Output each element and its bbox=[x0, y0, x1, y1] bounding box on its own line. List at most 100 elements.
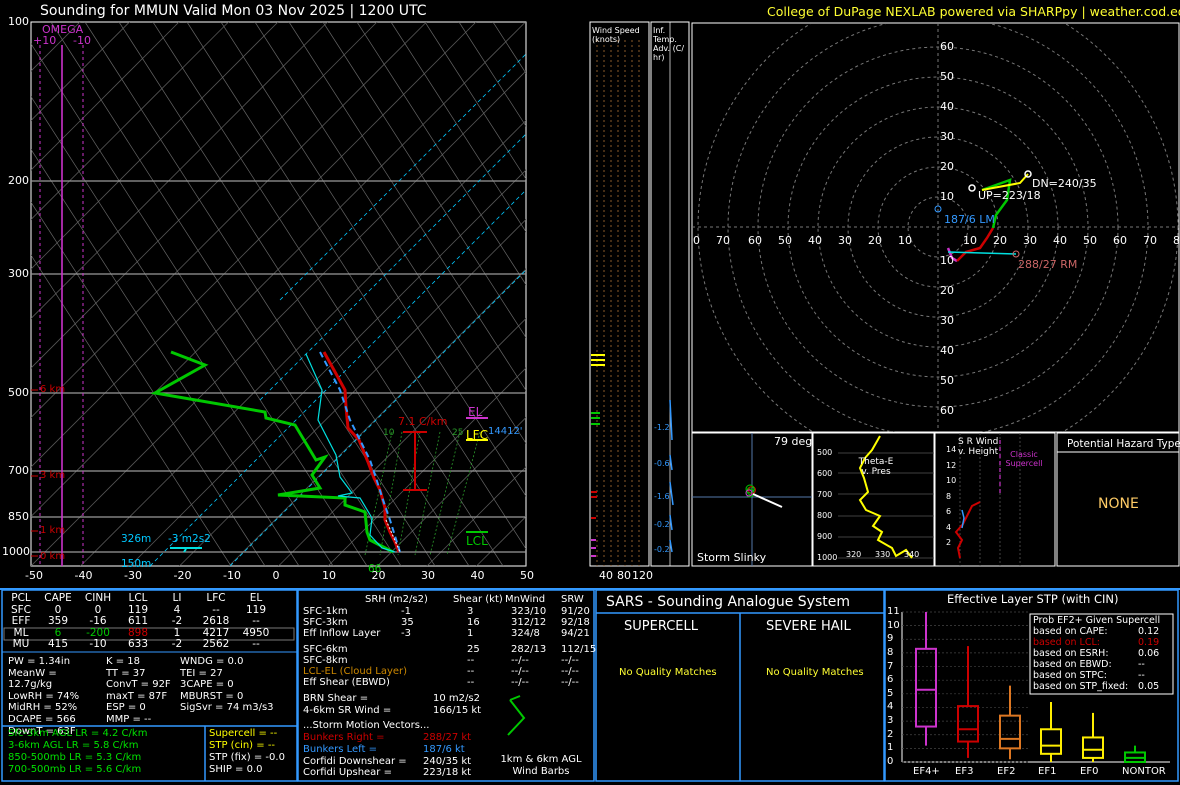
brn-shear-label: BRN Shear = bbox=[303, 693, 369, 704]
barb-caption: 1km & 6km AGL Wind Barbs bbox=[500, 754, 582, 777]
composite-stp-cin: STP (cin) = -- bbox=[209, 740, 276, 751]
stp-y-tick: 9 bbox=[887, 633, 894, 645]
bunkers-left-label: Bunkers Left = bbox=[303, 744, 377, 755]
kin-row-shear: -- bbox=[467, 677, 475, 688]
parcel-header: LFC bbox=[206, 592, 226, 604]
prob-row-label: based on LCL: bbox=[1033, 637, 1100, 648]
parcel-cell: 2618 bbox=[202, 615, 230, 627]
index-tt: TT = 37 bbox=[106, 667, 146, 679]
kin-header-srh: SRH (m2/s2) bbox=[365, 594, 428, 605]
stp-category-label: EF2 bbox=[997, 766, 1016, 777]
kin-header-shear: Shear (kt) bbox=[453, 594, 503, 605]
index-mburst: MBURST = 0 bbox=[180, 690, 244, 702]
sars-supercell-match: No Quality Matches bbox=[619, 667, 717, 678]
stp-box-body bbox=[957, 705, 979, 743]
prob-row-label: based on CAPE: bbox=[1033, 626, 1108, 637]
parcel-header: EL bbox=[249, 592, 263, 604]
bunkers-right-value: 288/27 kt bbox=[423, 732, 472, 743]
lapse-rates-block: Sfc-3km AGL LR = 4.2 C/km 3-6km AGL LR =… bbox=[8, 728, 147, 776]
stp-category-label: EF0 bbox=[1080, 766, 1099, 777]
composite-supercell: Supercell = -- bbox=[209, 728, 278, 739]
prob-row-label: based on STPC: bbox=[1033, 670, 1107, 681]
prob-row-value: 0.19 bbox=[1138, 637, 1160, 648]
composite-stp-fix: STP (fix) = -0.0 bbox=[209, 752, 285, 763]
stp-box-ef0 bbox=[1082, 712, 1104, 762]
corfidi-down-value: 240/35 kt bbox=[423, 756, 472, 767]
stp-y-tick: 2 bbox=[887, 728, 894, 740]
parcel-cell: -- bbox=[252, 638, 260, 650]
index-meanw: MeanW = 12.7g/kg bbox=[8, 667, 57, 691]
parcel-cell: EFF bbox=[11, 615, 31, 627]
stp-y-tick: 6 bbox=[887, 674, 894, 686]
parcel-header: LCL bbox=[128, 592, 148, 604]
parcel-header: LI bbox=[172, 592, 182, 604]
prob-row-value: 0.06 bbox=[1138, 648, 1160, 659]
index-lowrh: LowRH = 74% bbox=[8, 690, 80, 702]
indices-col-2: K = 18 TT = 37 ConvT = 92F maxT = 87F ES… bbox=[106, 656, 181, 726]
stp-box-ef3 bbox=[957, 646, 979, 758]
index-k: K = 18 bbox=[106, 656, 141, 667]
prob-row: based on CAPE: 0.12 bbox=[1033, 626, 1160, 637]
prob-row-label: based on ESRH: bbox=[1033, 648, 1109, 659]
parcel-cell: -16 bbox=[89, 615, 107, 627]
parcel-header: CINH bbox=[84, 592, 112, 604]
parcel-table-grid: PCL CAPE CINH LCL LI LFC EL SFC 0 0 119 … bbox=[4, 592, 276, 651]
kin-row-srw: 94/21 bbox=[561, 628, 590, 639]
prob-row: based on STP_fixed: 0.05 bbox=[1033, 681, 1160, 692]
prob-rows: based on CAPE: 0.12 based on LCL: 0.19 based… bbox=[1033, 626, 1160, 692]
stp-category-label: EF3 bbox=[955, 766, 974, 777]
sars-title: SARS - Sounding Analogue System bbox=[606, 594, 850, 610]
stp-box-nontor bbox=[1124, 745, 1146, 763]
prob-row: based on STPC: -- bbox=[1033, 670, 1160, 681]
parcel-cell: 2562 bbox=[202, 638, 230, 650]
stp-box-body bbox=[999, 714, 1021, 750]
parcel-cell: 415 bbox=[47, 638, 69, 650]
composite-block: Supercell = -- STP (cin) = -- STP (fix) … bbox=[209, 728, 285, 776]
lapse-rate-line: 3-6km AGL LR = 5.8 C/km bbox=[8, 740, 139, 751]
indices-col-3: WNDG = 0.0 TEI = 27 3CAPE = 0 MBURST = 0… bbox=[180, 656, 298, 714]
parcel-cell: -2 bbox=[171, 638, 183, 650]
stp-box-ef1 bbox=[1040, 702, 1062, 762]
kin-row-shear: 1 bbox=[467, 628, 474, 639]
stp-y-tick: 0 bbox=[887, 756, 894, 767]
brn-shear-value: 10 m2/s2 bbox=[433, 693, 480, 704]
parcel-cell: -- bbox=[252, 615, 260, 627]
stp-y-tick: 5 bbox=[887, 687, 894, 699]
composite-ship: SHIP = 0.0 bbox=[209, 764, 263, 775]
stp-y-tick: 10 bbox=[887, 619, 900, 631]
prob-row-value: -- bbox=[1138, 670, 1145, 681]
stp-y-tick: 8 bbox=[887, 646, 894, 658]
stp-box-ef4+ bbox=[915, 612, 937, 746]
table-row: EFF 359 -16 611 -2 2618 -- bbox=[4, 615, 276, 628]
stp-y-tick: 1 bbox=[887, 742, 894, 754]
sr-wind-label: 4-6km SR Wind = bbox=[303, 705, 392, 716]
lapse-rate-line: Sfc-3km AGL LR = 4.2 C/km bbox=[8, 728, 148, 739]
stp-y-tick: 4 bbox=[887, 701, 894, 713]
table-row: MU 415 -10 633 -2 2562 -- bbox=[4, 638, 276, 651]
sars-hail: SEVERE HAIL bbox=[766, 619, 851, 634]
index-3cape: 3CAPE = 0 bbox=[180, 679, 234, 691]
lapse-rate-line: 850-500mb LR = 5.3 C/km bbox=[8, 752, 142, 763]
stp-box-ef2 bbox=[999, 685, 1021, 760]
sars-hail-match: No Quality Matches bbox=[766, 667, 864, 678]
stp-y-tick: 11 bbox=[887, 606, 900, 617]
parcel-cell: 611 bbox=[127, 615, 149, 627]
stp-box-body bbox=[1082, 736, 1104, 759]
stp-category-label: EF1 bbox=[1038, 766, 1057, 777]
parcel-cell: -2 bbox=[171, 615, 183, 627]
index-wndg: WNDG = 0.0 bbox=[180, 656, 244, 667]
index-dcape: DCAPE = 566 bbox=[8, 713, 76, 725]
stp-category-label: NONTOR bbox=[1122, 766, 1166, 777]
kin-row-mnwind: 324/8 bbox=[511, 628, 540, 639]
stp-category-label: EF4+ bbox=[913, 766, 940, 777]
index-convt: ConvT = 92F bbox=[106, 679, 171, 691]
prob-row: based on EBWD: -- bbox=[1033, 659, 1160, 670]
kin-row-label: Eff Inflow Layer bbox=[303, 628, 381, 639]
stp-box-body bbox=[915, 647, 937, 728]
kin-row-mnwind: --/-- bbox=[511, 677, 529, 688]
kinematics-block: SRH (m2/s2) Shear (kt) MnWind SRW SFC-1k… bbox=[303, 594, 596, 779]
prob-row-label: based on STP_fixed: bbox=[1033, 681, 1129, 692]
stp-title: Effective Layer STP (with CIN) bbox=[947, 592, 1119, 606]
parcel-header: PCL bbox=[11, 592, 31, 604]
parcel-table: PCL CAPE CINH LCL LI LFC EL SFC 0 0 119 … bbox=[4, 592, 276, 651]
